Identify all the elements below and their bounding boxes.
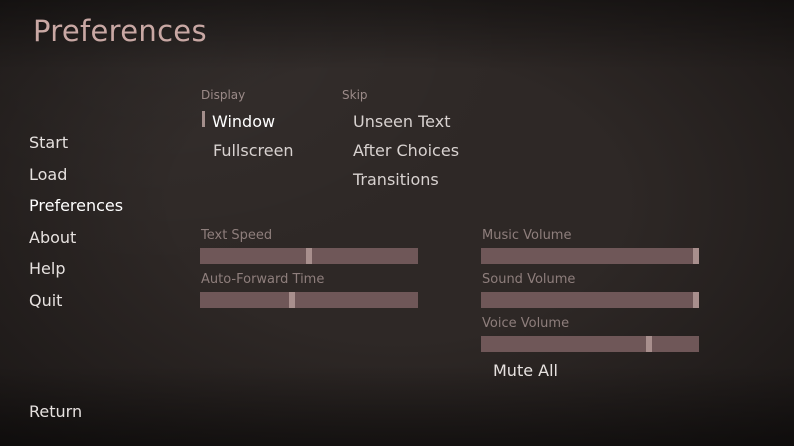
nav-item-preferences[interactable]: Preferences [29,194,123,226]
nav-item-load[interactable]: Load [29,163,123,195]
display-window-option[interactable]: Window [212,112,275,131]
display-group-label: Display [201,88,246,102]
skip-after-choices-option[interactable]: After Choices [353,141,459,160]
skip-group-label: Skip [342,88,368,102]
voice-volume-label: Voice Volume [482,316,570,331]
display-fullscreen-option[interactable]: Fullscreen [213,141,294,160]
skip-unseen-text-option[interactable]: Unseen Text [353,112,450,131]
voice-volume-slider-thumb[interactable] [646,336,652,352]
main-nav: Start Load Preferences About Help Quit [29,131,123,321]
text-speed-slider[interactable] [200,248,418,264]
auto-forward-time-label: Auto-Forward Time [201,272,325,287]
selected-indicator [202,111,205,127]
background-vignette-bottom [0,366,794,446]
skip-transitions-option[interactable]: Transitions [353,170,439,189]
page-title: Preferences [33,14,207,48]
return-button[interactable]: Return [29,402,82,421]
sound-volume-slider-thumb[interactable] [693,292,699,308]
text-speed-slider-thumb[interactable] [306,248,312,264]
music-volume-slider-thumb[interactable] [693,248,699,264]
sound-volume-label: Sound Volume [482,272,576,287]
mute-all-button[interactable]: Mute All [493,361,558,380]
sound-volume-slider[interactable] [481,292,699,308]
auto-forward-time-slider-thumb[interactable] [289,292,295,308]
voice-volume-slider[interactable] [481,336,699,352]
nav-item-quit[interactable]: Quit [29,289,123,321]
music-volume-label: Music Volume [482,228,572,243]
nav-item-about[interactable]: About [29,226,123,258]
nav-item-start[interactable]: Start [29,131,123,163]
auto-forward-time-slider[interactable] [200,292,418,308]
text-speed-label: Text Speed [201,228,273,243]
music-volume-slider[interactable] [481,248,699,264]
nav-item-help[interactable]: Help [29,257,123,289]
